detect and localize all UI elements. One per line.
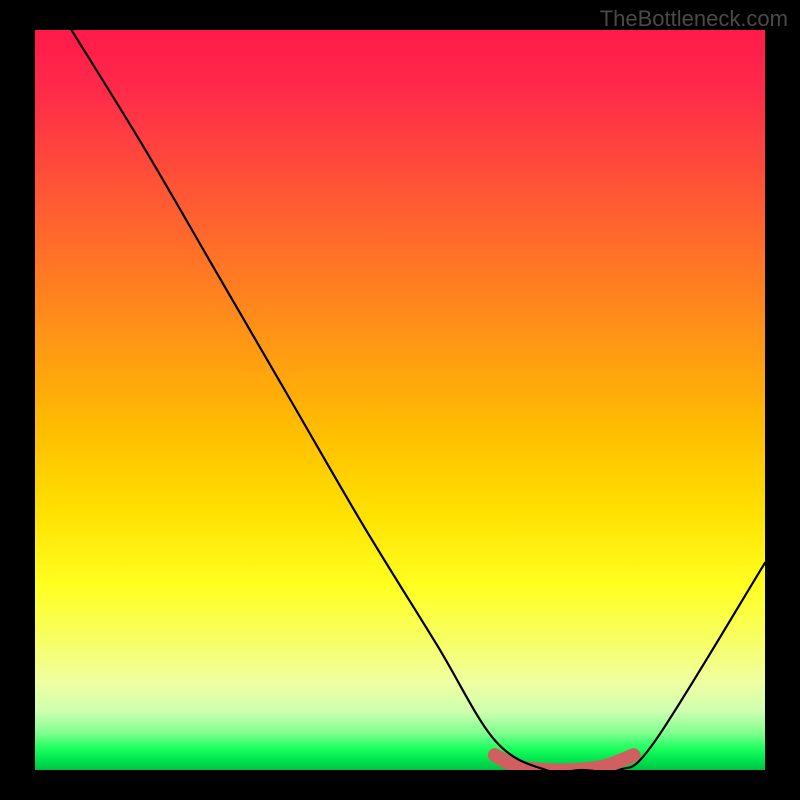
- chart-svg: [35, 30, 765, 770]
- red-highlight-curve: [495, 755, 634, 770]
- black-main-curve: [72, 30, 766, 770]
- chart-plot-area: [35, 30, 765, 770]
- watermark-text: TheBottleneck.com: [600, 6, 788, 32]
